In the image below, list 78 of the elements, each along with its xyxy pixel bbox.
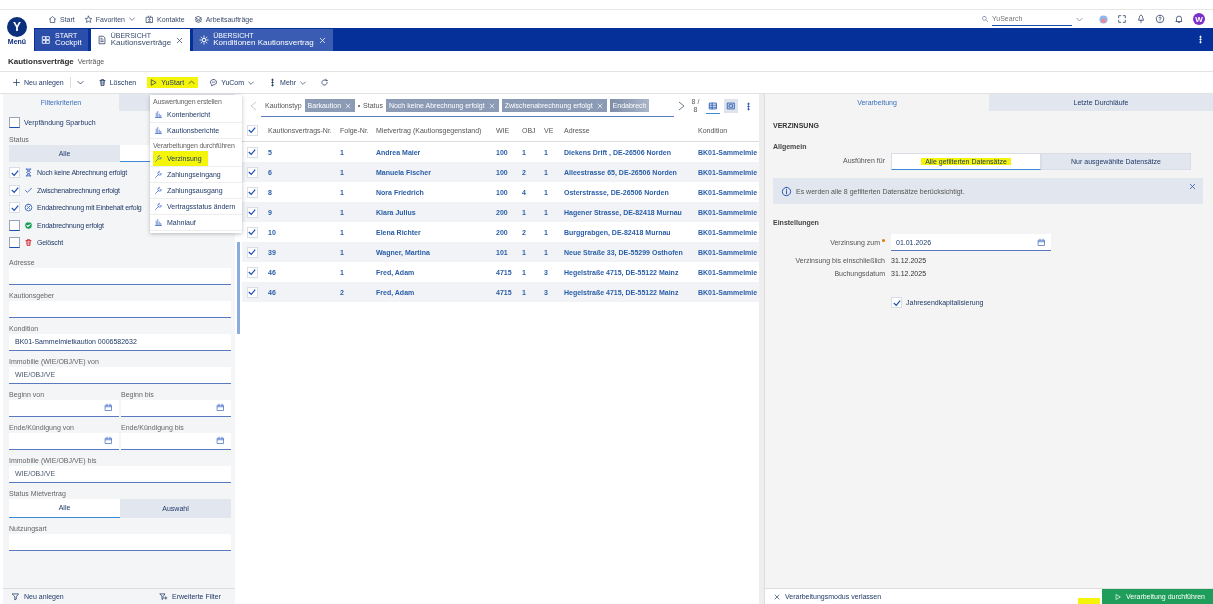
chart-icon bbox=[154, 110, 163, 119]
select-all-checkbox[interactable] bbox=[246, 124, 258, 136]
row-checkbox[interactable] bbox=[246, 286, 258, 298]
calendar-icon bbox=[216, 403, 225, 412]
wrench-icon bbox=[154, 202, 163, 211]
chart-icon bbox=[154, 218, 163, 227]
input-field[interactable] bbox=[9, 533, 231, 551]
chevron-down-icon bbox=[128, 15, 136, 23]
pin-icon bbox=[1136, 14, 1146, 24]
close-icon bbox=[595, 101, 604, 110]
row-checkbox[interactable] bbox=[246, 206, 258, 218]
page-title: Kautionsverträge bbox=[8, 56, 74, 66]
wrench-icon bbox=[154, 154, 163, 163]
caret-up-icon bbox=[187, 78, 197, 87]
hourglass-icon bbox=[24, 168, 33, 178]
calendar-icon bbox=[104, 436, 113, 445]
view-button[interactable] bbox=[724, 99, 738, 113]
date-field[interactable] bbox=[9, 399, 119, 417]
close-icon bbox=[175, 35, 185, 45]
dashboard-icon bbox=[41, 35, 51, 45]
info-icon bbox=[781, 185, 792, 197]
filter-icon bbox=[11, 592, 20, 601]
split-view-icon bbox=[726, 101, 736, 111]
chevron-down-icon bbox=[75, 78, 85, 87]
help-icon bbox=[1155, 14, 1165, 24]
bell-icon bbox=[1174, 14, 1184, 24]
trash-icon bbox=[24, 238, 33, 248]
row-checkbox[interactable] bbox=[246, 246, 258, 258]
calendar-icon bbox=[1037, 237, 1046, 247]
plus-icon bbox=[12, 78, 21, 87]
fullscreen-icon bbox=[1117, 14, 1127, 24]
close-button[interactable] bbox=[1188, 182, 1197, 191]
refresh-icon bbox=[320, 78, 330, 87]
chevron-down-icon bbox=[299, 78, 308, 87]
chart-icon bbox=[154, 126, 163, 135]
calendar-icon bbox=[216, 436, 225, 445]
calendar-icon bbox=[104, 403, 113, 412]
row-checkbox[interactable] bbox=[246, 166, 258, 178]
checkbox[interactable] bbox=[9, 219, 20, 231]
wrench-icon bbox=[154, 170, 163, 179]
input-field[interactable] bbox=[9, 300, 231, 318]
chevron-down-icon bbox=[247, 78, 256, 87]
table-view-icon bbox=[708, 100, 718, 111]
play-icon bbox=[1114, 592, 1122, 601]
date-field[interactable] bbox=[121, 399, 231, 417]
checkbox[interactable] bbox=[9, 116, 20, 128]
scroll-right-icon[interactable] bbox=[678, 101, 686, 111]
row-checkbox[interactable] bbox=[246, 266, 258, 278]
row-checkbox[interactable] bbox=[246, 186, 258, 198]
user-avatar[interactable]: W bbox=[1193, 13, 1205, 25]
search-icon bbox=[981, 15, 989, 23]
close-icon bbox=[773, 592, 781, 601]
check-icon bbox=[24, 185, 33, 195]
filter-add-icon bbox=[159, 592, 168, 601]
row-checkbox[interactable] bbox=[246, 146, 258, 158]
date-field[interactable] bbox=[121, 432, 231, 450]
row-checkbox[interactable] bbox=[246, 226, 258, 238]
app-logo[interactable]: Y bbox=[7, 16, 27, 37]
close-icon bbox=[344, 101, 353, 110]
gear-icon bbox=[199, 35, 210, 45]
contact-card-icon bbox=[145, 14, 154, 24]
kebab-icon bbox=[744, 101, 753, 111]
checkbox[interactable] bbox=[9, 237, 20, 249]
close-icon bbox=[487, 101, 496, 110]
trash-icon bbox=[97, 78, 107, 87]
play-icon bbox=[149, 78, 159, 87]
chat-icon bbox=[209, 78, 219, 87]
wrench-icon bbox=[154, 186, 163, 195]
date-field[interactable] bbox=[9, 432, 119, 450]
layers-icon bbox=[193, 14, 203, 24]
close-icon bbox=[1188, 182, 1197, 191]
kebab-icon bbox=[1196, 35, 1205, 44]
document-icon bbox=[96, 35, 107, 45]
required-mark-icon bbox=[882, 239, 885, 242]
close-icon bbox=[317, 35, 327, 45]
star-icon bbox=[83, 14, 93, 24]
home-icon bbox=[48, 14, 57, 24]
input-field[interactable] bbox=[9, 267, 231, 285]
